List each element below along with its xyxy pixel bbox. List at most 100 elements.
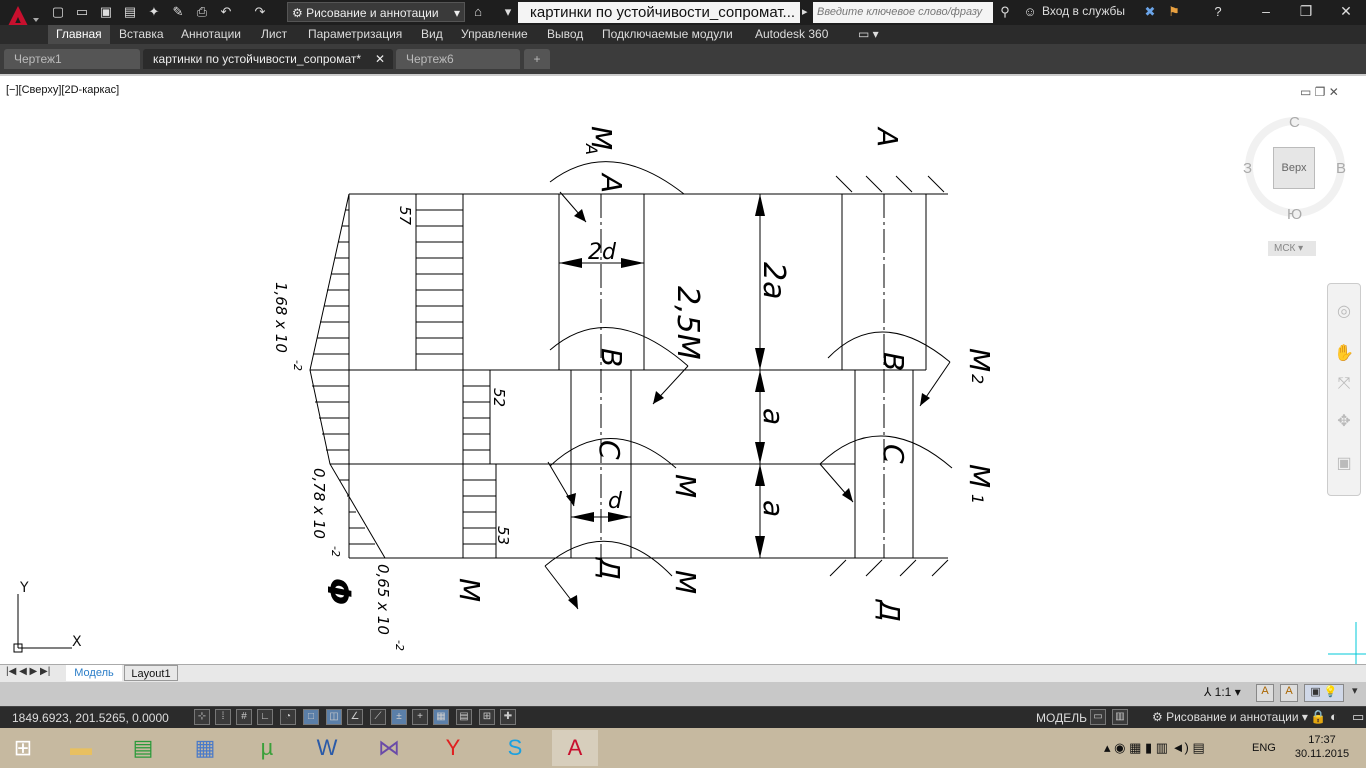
save-icon[interactable]: ▣ — [98, 4, 114, 20]
restore-button[interactable]: ❐ — [1286, 0, 1326, 22]
dim-2a: 2a — [756, 262, 791, 299]
lineweight-icon[interactable]: + — [412, 709, 428, 725]
new-file-icon[interactable]: ▢ — [50, 4, 66, 20]
showmotion-icon[interactable]: ▣ — [1332, 452, 1356, 476]
calculator-icon[interactable]: ▦ — [184, 730, 226, 766]
plot-icon[interactable]: ⎙ — [194, 4, 210, 20]
tab-parametric[interactable]: Параметризация — [300, 25, 410, 44]
file-explorer-icon[interactable]: ▬ — [60, 730, 102, 766]
redo-icon[interactable]: ↷ — [252, 4, 268, 20]
search-input[interactable]: Введите ключевое слово/фразу — [813, 2, 993, 23]
workspace-switch[interactable]: ⚙ Рисование и аннотации ▾ — [1152, 710, 1308, 724]
clock[interactable]: 17:37 30.11.2015 — [1292, 733, 1352, 761]
tab-layout[interactable]: Лист — [253, 25, 295, 44]
coordinates-readout[interactable]: 1849.6923, 201.5265, 0.0000 — [12, 711, 169, 725]
language-indicator[interactable]: ENG — [1252, 742, 1276, 754]
tab-annotate[interactable]: Аннотации — [173, 25, 249, 44]
minimize-button[interactable]: – — [1246, 0, 1286, 22]
windows-start-icon[interactable]: ⊞ — [2, 730, 44, 766]
close-button[interactable]: ✕ — [1326, 0, 1366, 22]
command-line-area[interactable] — [0, 682, 1366, 706]
viewcube-top-face[interactable]: Верх — [1273, 147, 1315, 189]
snap-mode-icon[interactable]: ⁞ — [215, 709, 231, 725]
hardware-acceleration-icon[interactable]: ◐ — [1330, 709, 1338, 724]
annotation-visibility-icon[interactable]: A — [1256, 684, 1274, 702]
tab-insert[interactable]: Вставка — [111, 25, 172, 44]
toolbar-lock-icon[interactable]: ▣ 💡 — [1304, 684, 1344, 702]
quick-view-layouts-icon[interactable]: ▭ — [1090, 709, 1106, 725]
layout-nav-arrows[interactable]: |◀ ◀ ▶ ▶| — [6, 666, 50, 677]
close-icon[interactable]: ✕ — [375, 49, 385, 69]
annotation-scale[interactable]: ⅄ 1:1 ▾ — [1204, 685, 1241, 699]
orbit-icon[interactable]: ✥ — [1332, 410, 1356, 434]
tab-output[interactable]: Вывод — [539, 25, 591, 44]
label-c-right: C — [877, 444, 910, 464]
polar-tracking-icon[interactable]: ◔ — [280, 709, 296, 725]
dynamic-ucs-icon[interactable]: ⟋ — [370, 709, 386, 725]
model-space-button[interactable]: МОДЕЛЬ — [1036, 711, 1087, 725]
transparency-icon[interactable]: ▦ — [433, 709, 449, 725]
autocad-taskbar-icon[interactable]: A — [552, 730, 598, 766]
skype-icon[interactable]: S — [494, 730, 536, 766]
save-as-icon[interactable]: ▤ — [122, 4, 138, 20]
doc-tab[interactable]: Чертеж6 — [396, 49, 520, 69]
label-a-left: A — [595, 172, 628, 193]
workspace-settings-icon[interactable]: ⌂ — [470, 4, 486, 20]
label-2-5m: 2,5M — [670, 286, 705, 360]
auto-scale-icon[interactable]: A — [1280, 684, 1298, 702]
title-expand-icon[interactable]: ▸ — [802, 5, 808, 18]
new-tab-plus-icon[interactable]: + — [524, 49, 550, 69]
help-icon[interactable]: ? — [1210, 4, 1226, 20]
label-phi: Φ — [320, 578, 358, 605]
tray-icons[interactable]: ▴ ◉ ▦ ▮ ▥ ◄) ▤ — [1104, 740, 1205, 756]
qat-dropdown-icon[interactable]: ▾ — [500, 4, 516, 20]
annotation-monitor-icon[interactable]: ✚ — [500, 709, 516, 725]
wcs-dropdown[interactable]: МСК ▾ — [1268, 241, 1316, 256]
selection-cycling-icon[interactable]: ⊞ — [479, 709, 495, 725]
autodesk-app-icon[interactable]: ⚑ — [1166, 4, 1182, 20]
login-button[interactable]: Вход в службы — [1042, 4, 1125, 18]
ribbon-options-icon[interactable]: ▭ ▾ — [850, 25, 887, 44]
ortho-mode-icon[interactable]: ∟ — [257, 709, 273, 725]
grid-display-icon[interactable]: # — [236, 709, 252, 725]
clean-screen-icon[interactable]: ▭ — [1352, 709, 1364, 725]
visual-studio-icon[interactable]: ⋈ — [368, 730, 410, 766]
edit-icon[interactable]: ✎ — [170, 4, 186, 20]
viewcube-south[interactable]: Ю — [1287, 206, 1302, 223]
doc-tab[interactable]: Чертеж1 — [4, 49, 140, 69]
quick-properties-icon[interactable]: ▤ — [456, 709, 472, 725]
tab-home[interactable]: Главная — [48, 25, 110, 44]
yandex-browser-icon[interactable]: Y — [432, 730, 474, 766]
binoculars-icon[interactable]: ⚲ — [997, 4, 1013, 20]
user-icon[interactable]: ☺ — [1022, 4, 1038, 20]
dynamic-input-icon[interactable]: ± — [391, 709, 407, 725]
steering-wheel-icon[interactable]: ◎ — [1332, 300, 1356, 324]
3d-object-snap-icon[interactable]: ◫ — [326, 709, 342, 725]
tab-view[interactable]: Вид — [413, 25, 451, 44]
undo-icon[interactable]: ↶ — [218, 4, 234, 20]
viewcube-west[interactable]: З — [1243, 160, 1252, 177]
tab-autodesk-360[interactable]: Autodesk 360 — [747, 25, 836, 44]
status-menu-icon[interactable]: ▾ — [1352, 684, 1364, 702]
viewcube-east[interactable]: В — [1336, 160, 1346, 177]
open-file-icon[interactable]: ▭ — [74, 4, 90, 20]
doc-tab-active[interactable]: картинки по устойчивости_сопромат* ✕ — [143, 49, 393, 69]
tab-plugins[interactable]: Подключаемые модули — [594, 25, 741, 44]
quick-view-drawings-icon[interactable]: ▥ — [1112, 709, 1128, 725]
web-mobile-icon[interactable]: ✦ — [146, 4, 162, 20]
object-snap-tracking-icon[interactable]: ∠ — [347, 709, 363, 725]
store-icon[interactable]: ▤ — [122, 730, 164, 766]
tab-manage[interactable]: Управление — [453, 25, 536, 44]
utorrent-icon[interactable]: µ — [246, 730, 288, 766]
word-icon[interactable]: W — [306, 730, 348, 766]
exchange-icon[interactable]: ✖ — [1142, 4, 1158, 20]
workspace-dropdown[interactable]: ⚙ Рисование и аннотации ▾ — [287, 2, 465, 22]
tab-model[interactable]: Модель — [66, 665, 122, 681]
tab-layout1[interactable]: Layout1 — [124, 665, 178, 681]
lock-icon[interactable]: 🔒 — [1310, 709, 1326, 725]
pan-hand-icon[interactable]: ✋ — [1332, 342, 1356, 366]
viewcube-north[interactable]: С — [1289, 114, 1300, 131]
zoom-icon[interactable]: ⤧ — [1332, 372, 1356, 396]
object-snap-icon[interactable]: □ — [303, 709, 319, 725]
infer-constraints-icon[interactable]: ⊹ — [194, 709, 210, 725]
